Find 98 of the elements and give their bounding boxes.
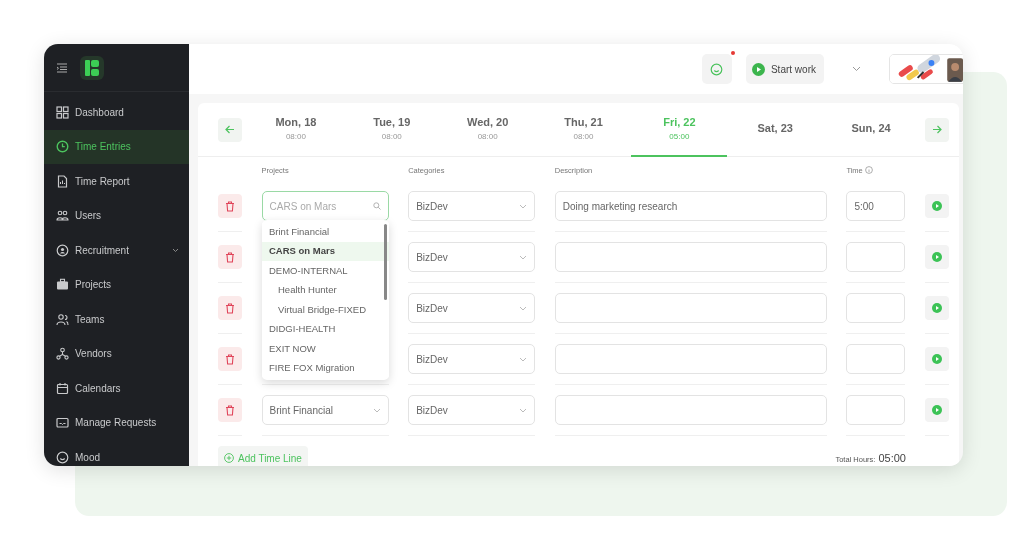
scrollbar[interactable] — [384, 224, 387, 300]
description-field[interactable] — [554, 293, 827, 324]
play-icon — [751, 62, 765, 76]
play-icon — [931, 405, 942, 416]
previous-week-button[interactable] — [218, 117, 242, 142]
sidebar-item[interactable]: Manage Requests — [44, 405, 189, 440]
grid-icon — [56, 105, 69, 119]
clock-icon — [56, 140, 69, 154]
smiley-icon — [56, 450, 69, 464]
plus-circle-icon — [224, 453, 234, 464]
chevron-down-icon — [519, 407, 528, 413]
users-icon — [56, 209, 69, 223]
sidebar-item[interactable]: Mood — [44, 440, 189, 466]
delete-button[interactable] — [218, 194, 242, 219]
category-dropdown[interactable]: BizDev — [408, 395, 536, 426]
delete-button[interactable] — [218, 245, 242, 270]
search-icon — [372, 202, 381, 211]
description-field[interactable] — [554, 344, 827, 375]
sidebar-item[interactable]: Time Entries — [44, 129, 189, 164]
delete-button[interactable] — [218, 347, 242, 372]
chevron-down-icon — [519, 305, 528, 311]
day-tab[interactable]: Wed, 20 08:00 — [439, 102, 536, 157]
day-hours: 08:00 — [381, 130, 402, 143]
category-dropdown[interactable]: BizDev — [408, 191, 536, 222]
info-icon — [864, 166, 873, 174]
day-tab[interactable]: Sun, 24 — [823, 102, 919, 157]
time-field[interactable]: 5:00 — [846, 191, 906, 222]
smiley-icon — [710, 62, 724, 76]
briefcase-icon — [56, 278, 69, 292]
trash-icon — [225, 404, 235, 416]
sidebar-item[interactable]: Dashboard — [44, 95, 189, 130]
team-icon — [56, 312, 69, 326]
play-icon — [931, 252, 942, 263]
arrow-left-icon — [225, 125, 235, 134]
next-week-button[interactable] — [924, 117, 949, 142]
project-dropdown[interactable]: Brint Financial — [261, 395, 389, 426]
time-field[interactable] — [846, 344, 906, 375]
network-icon — [56, 347, 69, 361]
day-tab[interactable]: Mon, 18 08:00 — [248, 102, 344, 157]
day-hours: 05:00 — [669, 130, 690, 143]
category-dropdown[interactable]: BizDev — [408, 344, 536, 375]
time-field[interactable] — [846, 293, 906, 324]
document-icon — [56, 174, 69, 188]
day-hours: 08:00 — [477, 130, 498, 143]
trash-icon — [225, 251, 235, 263]
start-timer-button[interactable] — [924, 296, 949, 321]
delete-button[interactable] — [218, 398, 242, 423]
start-timer-button[interactable] — [924, 194, 949, 219]
day-hours: 08:00 — [573, 130, 594, 143]
sidebar-item[interactable]: Projects — [44, 267, 189, 302]
chevron-down-icon — [519, 254, 528, 260]
day-hours: 08:00 — [285, 130, 306, 143]
start-timer-button[interactable] — [924, 398, 949, 423]
total-hours-value: 05:00 — [878, 451, 906, 466]
sidebar-item[interactable]: Teams — [44, 302, 189, 337]
calendar-icon — [56, 381, 69, 395]
menu-icon[interactable] — [56, 62, 68, 73]
trash-icon — [225, 353, 235, 365]
dropdown-option[interactable]: DEMO-INTERNAL — [262, 261, 389, 281]
chevron-down-icon[interactable] — [851, 66, 861, 72]
description-field[interactable] — [554, 242, 827, 273]
project-search-field[interactable]: CARS on Mars — [261, 191, 389, 222]
category-dropdown[interactable]: BizDev — [408, 293, 536, 324]
badge-icon — [56, 243, 69, 257]
day-tab[interactable]: Tue, 19 08:00 — [343, 102, 440, 157]
play-icon — [931, 354, 942, 365]
play-icon — [931, 303, 942, 314]
dropdown-option[interactable]: Virtual Bridge-FIXED — [262, 300, 389, 320]
mood-button[interactable] — [701, 54, 732, 84]
logo-mark-icon — [85, 59, 99, 76]
time-field[interactable] — [846, 395, 906, 426]
delete-button[interactable] — [218, 296, 242, 321]
description-field[interactable] — [554, 395, 827, 426]
time-field[interactable] — [846, 242, 906, 273]
day-tab[interactable]: Thu, 21 08:00 — [535, 102, 632, 157]
category-dropdown[interactable]: BizDev — [408, 242, 536, 273]
sidebar-item[interactable]: Vendors — [44, 336, 189, 371]
trash-icon — [225, 200, 235, 212]
start-work-button[interactable]: Start work — [745, 54, 824, 84]
day-tab[interactable]: Sat, 23 — [727, 102, 824, 157]
sidebar-item[interactable]: Recruitment — [44, 233, 189, 268]
description-field[interactable]: Doing marketing research — [554, 191, 827, 222]
chevron-down-icon — [372, 407, 381, 413]
play-icon — [931, 201, 942, 212]
sidebar-item[interactable]: Time Report — [44, 164, 189, 199]
chevron-down-icon — [519, 203, 528, 209]
chevron-down-icon — [519, 356, 528, 362]
dropdown-option[interactable]: EXIT NOW — [262, 339, 389, 359]
arrow-right-icon — [931, 125, 942, 134]
dropdown-option[interactable]: FIRE FOX Migration — [262, 358, 389, 378]
trash-icon — [225, 302, 235, 314]
start-timer-button[interactable] — [924, 347, 949, 372]
dropdown-option[interactable]: Brint Financial — [262, 222, 389, 242]
start-timer-button[interactable] — [924, 245, 949, 270]
tray-icon — [56, 416, 69, 430]
dropdown-option[interactable]: DIDGI-HEALTH — [262, 319, 389, 339]
sidebar-item[interactable]: Users — [44, 198, 189, 233]
sidebar-item[interactable]: Calendars — [44, 371, 189, 406]
